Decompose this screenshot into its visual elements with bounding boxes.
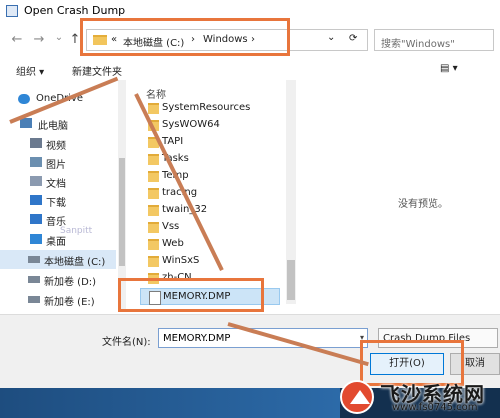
organize-button[interactable]: 组织 ▾ [16,63,44,78]
sidebar-item-label: 此电脑 [38,121,68,132]
sidebar-item-volume-e[interactable]: 新加卷 (E:) [0,290,116,309]
folder-icon [148,154,159,165]
sidebar-item-label: 文档 [46,179,66,190]
file-name: TAPI [162,136,184,147]
search-placeholder: 搜索"Windows" [381,39,455,50]
list-item[interactable]: Vss [140,219,280,236]
sidebar-item-local-disk-c[interactable]: 本地磁盘 (C:) [0,250,116,269]
list-item[interactable]: WinSxS [140,253,280,270]
file-list-scrollbar[interactable] [286,80,296,304]
back-arrow-icon[interactable]: ← [8,31,26,49]
refresh-icon[interactable]: ⟳ [349,33,357,44]
new-folder-button[interactable]: 新建文件夹 [72,63,122,78]
folder-icon [148,171,159,182]
sidebar-item-label: 本地磁盘 (C:) [44,257,106,268]
computer-icon [20,118,32,128]
sanpitt-watermark: Sanpitt [30,196,112,250]
watermark-text: Sanpitt [60,226,93,236]
documents-folder-icon [30,176,42,186]
sidebar-item-label: 视频 [46,141,66,152]
file-name: Vss [162,221,180,232]
sidebar-item-volume-d[interactable]: 新加卷 (D:) [0,270,116,289]
sidebar-item-label: 新加卷 (E:) [44,297,95,308]
filename-label: 文件名(N): [102,337,151,348]
folder-icon [148,188,159,199]
folder-icon [148,256,159,267]
list-item[interactable]: Temp [140,168,280,185]
file-name: Web [162,238,184,249]
column-header-name[interactable]: 名称 [146,86,166,101]
annotation-box-address [80,18,290,56]
view-options-icon[interactable]: ▤ ▾ [440,63,458,74]
file-name: twain_32 [162,204,208,215]
drive-icon [28,256,40,263]
drive-icon [28,296,40,303]
file-name: WinSxS [162,255,200,266]
list-item[interactable]: tracing [140,185,280,202]
no-preview-text: 没有预览。 [398,199,448,210]
sidebar-item-documents[interactable]: 文档 [0,172,116,191]
taskbar-background [0,388,340,418]
forward-arrow-icon[interactable]: → [30,31,48,49]
sidebar-item-label: 图片 [46,160,66,171]
folder-icon [148,103,159,114]
site-logo-icon [340,380,374,414]
sidebar-item-pictures[interactable]: 图片 [0,153,116,172]
scrollbar-thumb[interactable] [119,158,125,266]
list-item[interactable]: SysWOW64 [140,117,280,134]
scrollbar-thumb[interactable] [287,260,295,300]
sidebar-item-label: 新加卷 (D:) [44,277,97,288]
folder-icon [148,205,159,216]
sidebar-item-videos[interactable]: 视频 [0,134,116,153]
address-dropdown-icon[interactable]: ⌄ [327,32,335,43]
annotation-box-file [118,278,264,312]
cloud-icon [18,94,30,104]
folder-icon [148,222,159,233]
list-item[interactable]: Tasks [140,151,280,168]
list-item[interactable]: SystemResources [140,100,280,117]
list-item[interactable]: twain_32 [140,202,280,219]
app-icon [6,5,18,17]
drive-icon [28,276,40,283]
window-title: Open Crash Dump [24,4,126,17]
pictures-folder-icon [30,157,42,167]
file-name: SysWOW64 [162,119,220,130]
file-name: SystemResources [162,102,251,113]
watermark-site-url: www.fs0745.com [392,402,478,413]
video-folder-icon [30,138,42,148]
folder-icon [148,239,159,250]
search-input[interactable]: 搜索"Windows" [374,29,494,51]
command-toolbar: 组织 ▾ 新建文件夹 ▤ ▾ [0,58,500,80]
preview-pane: 没有预览。 [296,80,500,312]
